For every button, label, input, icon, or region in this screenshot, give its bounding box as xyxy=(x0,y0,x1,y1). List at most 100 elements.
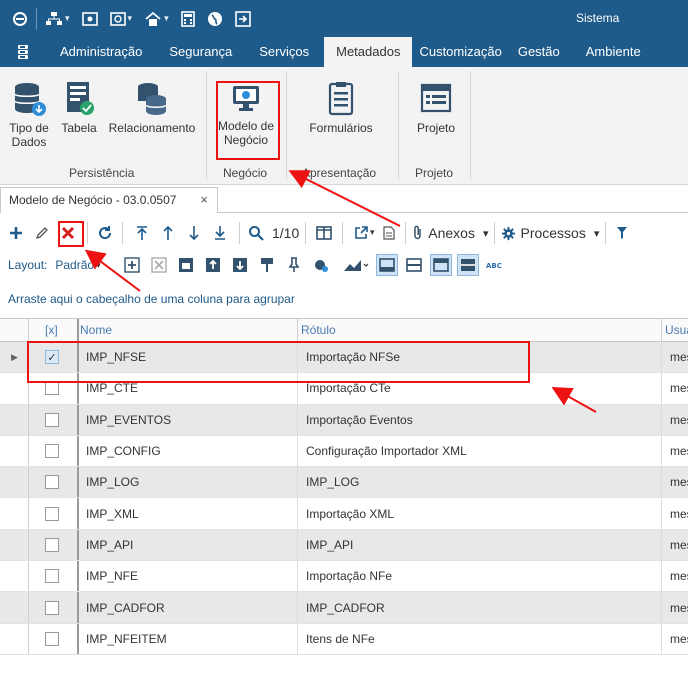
checkbox[interactable] xyxy=(45,569,59,584)
table-row[interactable]: IMP_XML Importação XML mes xyxy=(0,498,688,530)
checkbox[interactable] xyxy=(45,631,59,646)
cell-nome[interactable]: IMP_XML xyxy=(86,498,139,528)
row-checkbox[interactable] xyxy=(45,405,59,435)
cell-rotulo[interactable]: Itens de NFe xyxy=(306,624,375,654)
table-row[interactable]: IMP_EVENTOS Importação Eventos mes xyxy=(0,404,688,436)
filter-icon[interactable] xyxy=(612,219,632,247)
layout-view-3-icon[interactable] xyxy=(430,254,453,276)
edit-icon[interactable] xyxy=(29,219,55,247)
export-icon[interactable]: ▾ xyxy=(349,219,379,247)
layout-view-1-icon[interactable] xyxy=(376,254,399,276)
columns-icon[interactable] xyxy=(312,219,336,247)
layout-select[interactable]: Padrão ▾ xyxy=(55,258,109,272)
cell-rotulo[interactable]: IMP_CADFOR xyxy=(306,592,385,622)
cell-usuario[interactable]: mes xyxy=(670,373,688,403)
globe-icon[interactable] xyxy=(207,11,223,27)
cell-nome[interactable]: IMP_CADFOR xyxy=(86,592,165,622)
table-row[interactable]: IMP_NFEITEM Itens de NFe mes xyxy=(0,623,688,655)
copy-layout-icon[interactable] xyxy=(175,254,197,276)
add-icon[interactable] xyxy=(3,219,29,247)
cell-rotulo[interactable]: IMP_LOG xyxy=(306,467,359,497)
menu-gestao[interactable]: Gestão xyxy=(514,37,572,67)
menu-seguranca[interactable]: Segurança xyxy=(157,37,247,67)
checkbox[interactable] xyxy=(45,381,59,396)
cell-usuario[interactable]: mes xyxy=(670,530,688,560)
cell-usuario[interactable]: mes xyxy=(670,467,688,497)
next-record-icon[interactable] xyxy=(181,219,207,247)
cell-usuario[interactable]: mes xyxy=(670,436,688,466)
first-record-icon[interactable] xyxy=(129,219,155,247)
tipo-de-dados-button[interactable]: Tipo de Dados xyxy=(4,81,54,149)
cell-usuario[interactable]: mes xyxy=(670,498,688,528)
last-record-icon[interactable] xyxy=(207,219,233,247)
menu-customizacao[interactable]: Customização xyxy=(412,37,513,67)
row-checkbox[interactable] xyxy=(45,624,59,654)
download-layout-icon[interactable] xyxy=(229,254,251,276)
checkbox[interactable] xyxy=(45,600,59,615)
preview-icon[interactable] xyxy=(81,11,98,26)
calculator-icon[interactable] xyxy=(180,10,195,27)
pin-icon[interactable] xyxy=(283,254,305,276)
cell-rotulo[interactable]: Importação Eventos xyxy=(306,405,413,435)
projeto-button[interactable]: Projeto xyxy=(408,81,464,135)
processos-button[interactable]: Processos ▾ xyxy=(501,219,599,247)
database-menu-icon[interactable] xyxy=(0,37,46,67)
add-row-icon[interactable] xyxy=(121,254,143,276)
cell-rotulo[interactable]: Importação NFe xyxy=(306,561,392,591)
row-checkbox[interactable] xyxy=(45,436,59,466)
cell-usuario[interactable]: mes xyxy=(670,561,688,591)
logout-icon[interactable] xyxy=(234,10,251,27)
checkbox[interactable] xyxy=(45,412,59,427)
cell-nome[interactable]: IMP_LOG xyxy=(86,467,139,497)
remove-row-icon[interactable] xyxy=(148,254,170,276)
menu-ambiente[interactable]: Ambiente xyxy=(572,37,653,67)
tabela-button[interactable]: Tabela xyxy=(56,81,102,135)
report-icon[interactable] xyxy=(379,219,399,247)
column-header-rotulo[interactable]: Rótulo xyxy=(301,319,336,341)
row-checkbox[interactable] xyxy=(45,592,59,622)
row-checkbox[interactable] xyxy=(45,530,59,560)
spellcheck-icon[interactable]: ABC xyxy=(484,254,506,276)
logo-icon[interactable] xyxy=(12,11,28,27)
cell-nome[interactable]: IMP_API xyxy=(86,530,133,560)
close-tab-icon[interactable]: × xyxy=(200,192,208,207)
home-icon[interactable]: ▾ xyxy=(144,11,169,27)
table-row[interactable]: IMP_LOG IMP_LOG mes xyxy=(0,467,688,499)
table-row[interactable]: IMP_CONFIG Configuração Importador XML mes xyxy=(0,435,688,468)
cell-rotulo[interactable]: Configuração Importador XML xyxy=(306,436,467,466)
checkbox[interactable] xyxy=(45,506,59,521)
tab-modelo-de-negocio[interactable]: Modelo de Negócio - 03.0.0507 × xyxy=(0,187,218,213)
layout-view-2-icon[interactable] xyxy=(403,254,425,276)
upload-layout-icon[interactable] xyxy=(202,254,224,276)
row-checkbox[interactable] xyxy=(45,498,59,528)
checkbox[interactable] xyxy=(45,475,59,490)
refresh-icon[interactable] xyxy=(94,219,116,247)
cell-nome[interactable]: IMP_NFE xyxy=(86,561,138,591)
column-header-nome[interactable]: Nome xyxy=(80,319,112,341)
cell-rotulo[interactable]: Importação XML xyxy=(306,498,394,528)
cell-usuario[interactable]: mes xyxy=(670,342,688,372)
cell-rotulo[interactable]: IMP_API xyxy=(306,530,353,560)
group-by-hint[interactable]: Arraste aqui o cabeçalho de uma coluna p… xyxy=(8,292,295,306)
column-header-check[interactable]: [x] xyxy=(45,319,58,341)
hierarchy-icon[interactable]: ▾ xyxy=(45,11,70,27)
cell-usuario[interactable]: mes xyxy=(670,592,688,622)
anexos-button[interactable]: Anexos ▾ xyxy=(412,219,488,247)
table-row[interactable]: IMP_NFE Importação NFe mes xyxy=(0,561,688,593)
menu-metadados[interactable]: Metadados xyxy=(324,37,413,67)
cell-nome[interactable]: IMP_NFEITEM xyxy=(86,624,167,654)
table-row[interactable]: IMP_API IMP_API mes xyxy=(0,529,688,562)
checkbox[interactable] xyxy=(45,537,59,552)
cell-usuario[interactable]: mes xyxy=(670,624,688,654)
cell-usuario[interactable]: mes xyxy=(670,405,688,435)
layout-view-4-icon[interactable] xyxy=(457,254,480,276)
color-fill-icon[interactable] xyxy=(310,254,332,276)
row-checkbox[interactable] xyxy=(45,467,59,497)
checkbox[interactable] xyxy=(45,444,59,459)
table-row[interactable]: IMP_CADFOR IMP_CADFOR mes xyxy=(0,592,688,624)
relacionamento-button[interactable]: Relacionamento xyxy=(104,81,200,135)
search-icon[interactable] xyxy=(246,219,266,247)
paint-icon[interactable] xyxy=(256,254,278,276)
menu-servicos[interactable]: Serviços xyxy=(247,37,324,67)
cell-nome[interactable]: IMP_CONFIG xyxy=(86,436,161,466)
